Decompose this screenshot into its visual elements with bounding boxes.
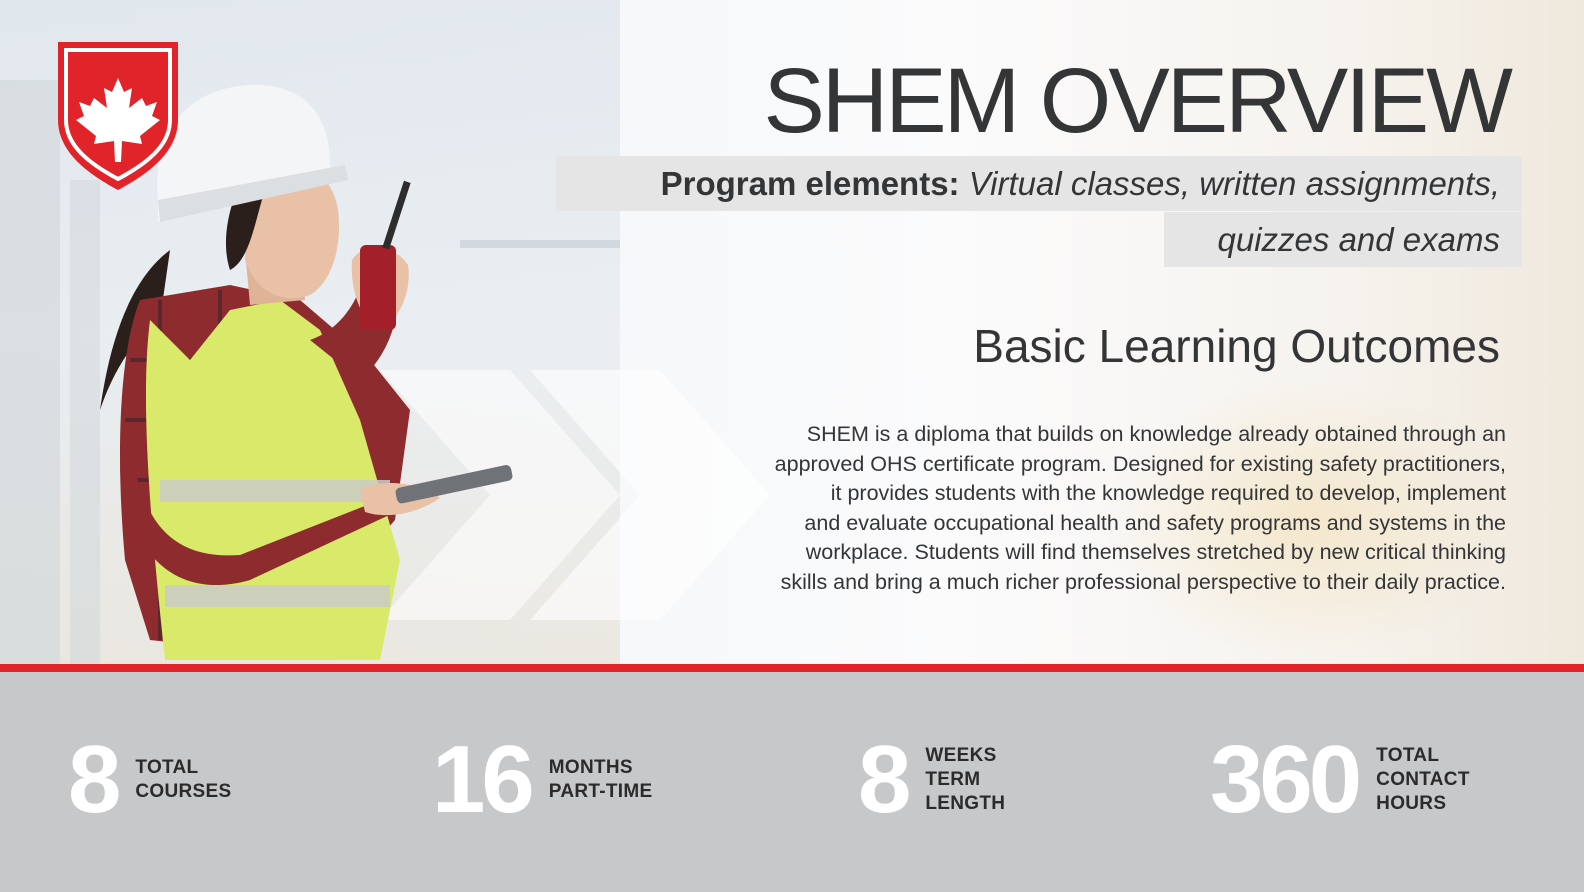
stat-label: MONTHS PART-TIME: [549, 756, 653, 804]
stat-label: TOTAL CONTACT HOURS: [1376, 744, 1470, 816]
stat-value: 8: [68, 726, 121, 833]
paragraph-line: workplace. Students will find themselves…: [805, 540, 1506, 565]
maple-leaf-shield-icon: [58, 42, 178, 190]
paragraph-line: skills and bring a much richer professio…: [780, 569, 1506, 594]
stat-label: WEEKS TERM LENGTH: [925, 744, 1005, 816]
stat-value: 360: [1210, 726, 1362, 833]
paragraph-line: approved OHS certificate program. Design…: [774, 451, 1506, 476]
program-elements-value-1: Virtual classes, written assignments,: [968, 165, 1500, 202]
stat-label-line: HOURS: [1376, 793, 1447, 814]
stat-label-line: TOTAL: [135, 757, 199, 778]
stat-label-line: LENGTH: [925, 793, 1006, 814]
program-elements-value-2: quizzes and exams: [1217, 221, 1500, 258]
stat-value: 8: [858, 726, 911, 833]
program-elements-line-1: Program elements: Virtual classes, writt…: [556, 156, 1522, 211]
program-elements-line-2: quizzes and exams: [1164, 212, 1522, 267]
stat-weeks-term-length: 8 WEEKS TERM LENGTH: [858, 730, 1005, 830]
accent-divider: [0, 664, 1584, 672]
paragraph-line: it provides students with the knowledge …: [830, 481, 1506, 506]
section-subtitle: Basic Learning Outcomes: [973, 320, 1500, 372]
description-paragraph: SHEM is a diploma that builds on knowled…: [560, 420, 1506, 598]
stats-band: 8 TOTAL COURSES 16 MONTHS PART-TIME 8 WE…: [0, 672, 1584, 892]
page-title: SHEM OVERVIEW: [763, 50, 1513, 152]
stat-label-line: PART-TIME: [548, 781, 653, 802]
stat-label-line: CONTACT: [1376, 769, 1470, 790]
stat-label-line: WEEKS: [925, 745, 997, 766]
paragraph-line: SHEM is a diploma that builds on knowled…: [806, 422, 1506, 446]
stat-months-part-time: 16 MONTHS PART-TIME: [432, 730, 652, 830]
stat-total-courses: 8 TOTAL COURSES: [68, 730, 231, 830]
stat-label-line: COURSES: [135, 781, 232, 802]
stat-total-contact-hours: 360 TOTAL CONTACT HOURS: [1210, 730, 1470, 830]
stat-label-line: MONTHS: [548, 757, 633, 778]
program-elements-label: Program elements:: [660, 165, 960, 202]
stat-label-line: TOTAL: [1376, 745, 1440, 766]
stat-label: TOTAL COURSES: [135, 756, 231, 804]
stat-value: 16: [432, 726, 535, 833]
paragraph-line: and evaluate occupational health and saf…: [804, 510, 1506, 535]
stat-label-line: TERM: [925, 769, 981, 790]
